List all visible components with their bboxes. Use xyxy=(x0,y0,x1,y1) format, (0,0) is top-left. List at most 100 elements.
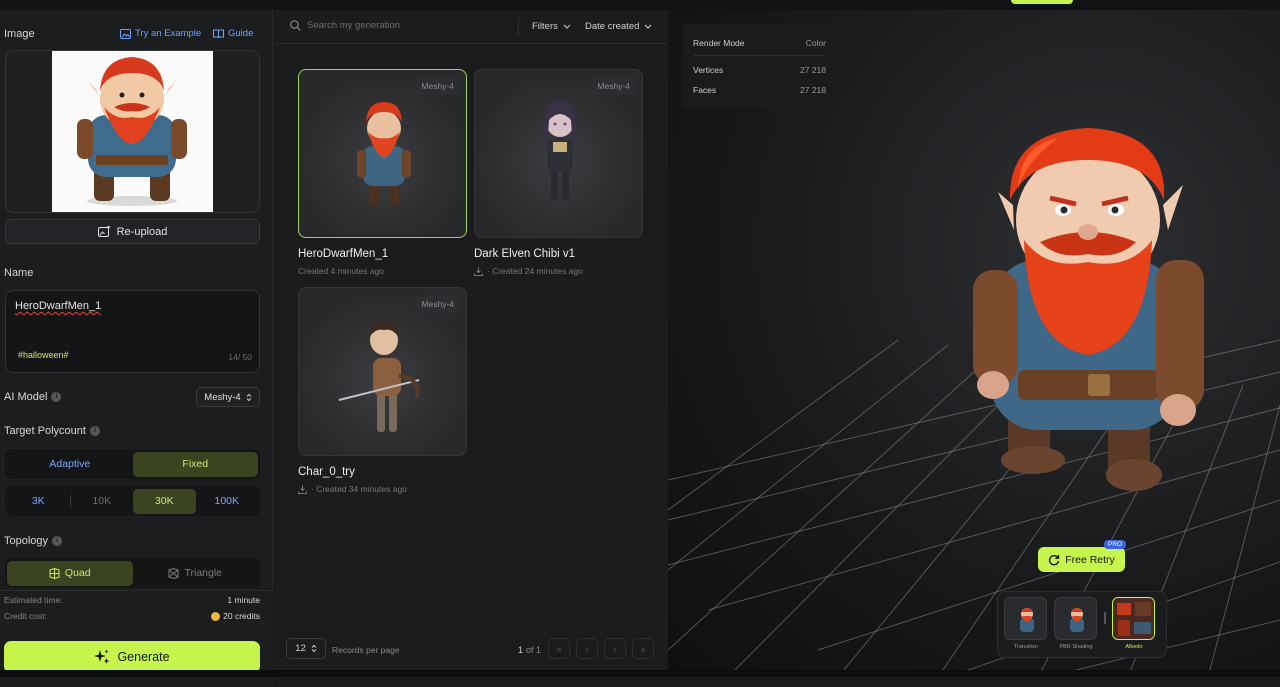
dwarf-thumbnail-icon xyxy=(1020,608,1034,632)
pro-badge: PRO xyxy=(1104,540,1127,549)
topology-quad-label: Quad xyxy=(64,567,91,579)
texture-transition[interactable] xyxy=(1004,597,1047,640)
info-icon[interactable]: i xyxy=(51,392,62,403)
mode-adaptive[interactable]: Adaptive xyxy=(7,452,133,477)
poly-3k[interactable]: 3K xyxy=(7,489,70,514)
faces-label: Faces xyxy=(693,85,717,95)
ai-model-select[interactable]: Meshy-4 xyxy=(196,387,260,407)
triangle-mesh-icon xyxy=(168,567,179,579)
guide-link[interactable]: Guide xyxy=(213,28,253,39)
render-mode-row[interactable]: Render Mode Color xyxy=(693,38,826,48)
divider xyxy=(693,55,826,56)
elf-model-preview xyxy=(543,100,577,200)
card-timestamp: · Created 34 minutes ago xyxy=(311,484,407,494)
sort-dropdown[interactable]: Date created xyxy=(585,21,652,32)
card-title[interactable]: Char_0_try xyxy=(298,466,355,478)
image-label: Image xyxy=(4,28,35,40)
dwarf-model-preview xyxy=(357,102,411,206)
filters-label: Filters xyxy=(532,21,558,32)
taskbar xyxy=(0,670,1280,677)
search-icon xyxy=(290,20,301,31)
top-accent-pill[interactable] xyxy=(1011,0,1073,4)
generation-card[interactable]: Meshy-4 xyxy=(298,287,467,456)
poly-10k[interactable]: 10K xyxy=(71,489,134,514)
name-field[interactable]: HeroDwarfMen_1 #halloween# 14/ 50 xyxy=(5,290,260,373)
texture-pbr-shading[interactable] xyxy=(1054,597,1097,640)
ai-model-label: AI Model i xyxy=(4,391,62,403)
card-title[interactable]: Dark Elven Chibi v1 xyxy=(474,248,575,260)
filters-dropdown[interactable]: Filters xyxy=(532,21,571,32)
topology-triangle[interactable]: Triangle xyxy=(133,561,259,586)
pagination: 12 Records per page 1 of 1 « ‹ › » xyxy=(274,634,667,667)
topology-triangle-label: Triangle xyxy=(184,567,223,579)
poly-30k[interactable]: 30K xyxy=(133,488,196,514)
texture-mode-tray: Transition PBR Shading Albedo xyxy=(997,591,1167,658)
card-subtitle: · Created 24 minutes ago xyxy=(474,266,583,276)
generate-button[interactable]: Generate xyxy=(4,641,260,673)
guide-label: Guide xyxy=(228,28,254,39)
updown-chevron-icon xyxy=(246,393,252,401)
polycount-label: Target Polycount i xyxy=(4,425,100,437)
card-timestamp: · Created 24 minutes ago xyxy=(487,266,583,276)
topology-label: Topology i xyxy=(4,535,63,547)
texture-pbr-label: PBR Shading xyxy=(1059,644,1093,650)
card-subtitle: · Created 34 minutes ago xyxy=(298,484,407,494)
topology-quad[interactable]: Quad xyxy=(7,560,133,586)
double-chevron-left-icon: « xyxy=(556,643,562,654)
image-upload-box[interactable] xyxy=(5,50,260,213)
info-icon[interactable]: i xyxy=(89,426,100,437)
poly-100k[interactable]: 100K xyxy=(196,489,259,514)
next-page-button[interactable]: › xyxy=(604,638,626,659)
updown-chevron-icon xyxy=(311,644,317,653)
model-stats-panel: Render Mode Color Vertices 27 218 Faces 27 … xyxy=(682,24,837,108)
polycount-label-text: Target Polycount xyxy=(4,425,86,437)
refresh-icon xyxy=(1049,554,1060,565)
credit-value-wrap: 20 credits xyxy=(211,611,260,622)
quad-mesh-icon xyxy=(49,567,60,579)
double-chevron-right-icon: » xyxy=(640,643,646,654)
info-icon[interactable]: i xyxy=(52,536,63,547)
ai-model-value: Meshy-4 xyxy=(204,391,241,403)
search-field[interactable] xyxy=(290,20,490,31)
texture-albedo[interactable] xyxy=(1112,597,1155,640)
divider xyxy=(1104,612,1106,624)
vertices-value: 27 218 xyxy=(800,65,826,75)
card-title[interactable]: HeroDwarfMen_1 xyxy=(298,248,388,260)
chevron-down-icon xyxy=(563,24,571,29)
ai-model-label-text: AI Model xyxy=(4,391,48,403)
name-value[interactable]: HeroDwarfMen_1 xyxy=(15,300,101,312)
search-input[interactable] xyxy=(307,20,477,31)
uploaded-image-thumbnail xyxy=(52,51,213,212)
mode-fixed[interactable]: Fixed xyxy=(132,451,258,477)
render-mode-label: Render Mode xyxy=(693,38,745,48)
first-page-button[interactable]: « xyxy=(548,638,570,659)
est-time-value: 1 minute xyxy=(227,595,260,605)
sort-label: Date created xyxy=(585,21,640,32)
tag-text[interactable]: #halloween# xyxy=(18,350,69,360)
render-mode-value[interactable]: Color xyxy=(806,38,826,48)
polycount-value-toggle: 3K 10K 30K 100K xyxy=(5,486,260,516)
prev-page-button[interactable]: ‹ xyxy=(576,638,598,659)
texture-transition-label: Transition xyxy=(1014,644,1038,650)
texture-albedo-label: Albedo xyxy=(1125,644,1143,650)
image-upload-icon xyxy=(97,225,111,237)
faces-value: 27 218 xyxy=(800,85,826,95)
per-page-value: 12 xyxy=(295,643,306,654)
divider xyxy=(518,18,519,36)
generation-card[interactable]: Meshy-4 xyxy=(474,69,643,238)
topology-toggle: Quad Triangle xyxy=(5,558,260,588)
generate-label: Generate xyxy=(117,650,170,664)
free-retry-button[interactable]: Free Retry xyxy=(1038,547,1125,572)
dwarf-3d-model xyxy=(973,128,1204,491)
reupload-button[interactable]: Re-upload xyxy=(5,219,260,244)
chevron-down-icon xyxy=(645,24,652,29)
topology-label-text: Topology xyxy=(4,535,49,547)
per-page-select[interactable]: 12 xyxy=(286,638,326,659)
last-page-button[interactable]: » xyxy=(632,638,654,659)
3d-viewer[interactable]: Render Mode Color Vertices 27 218 Faces 27 … xyxy=(668,10,1280,677)
credit-value: 20 credits xyxy=(223,611,260,621)
polycount-mode-toggle: Adaptive Fixed xyxy=(5,449,260,479)
generation-card[interactable]: Meshy-4 xyxy=(298,69,467,238)
card-timestamp: Created 4 minutes ago xyxy=(298,266,384,276)
try-example-link[interactable]: Try an Example xyxy=(120,28,201,39)
